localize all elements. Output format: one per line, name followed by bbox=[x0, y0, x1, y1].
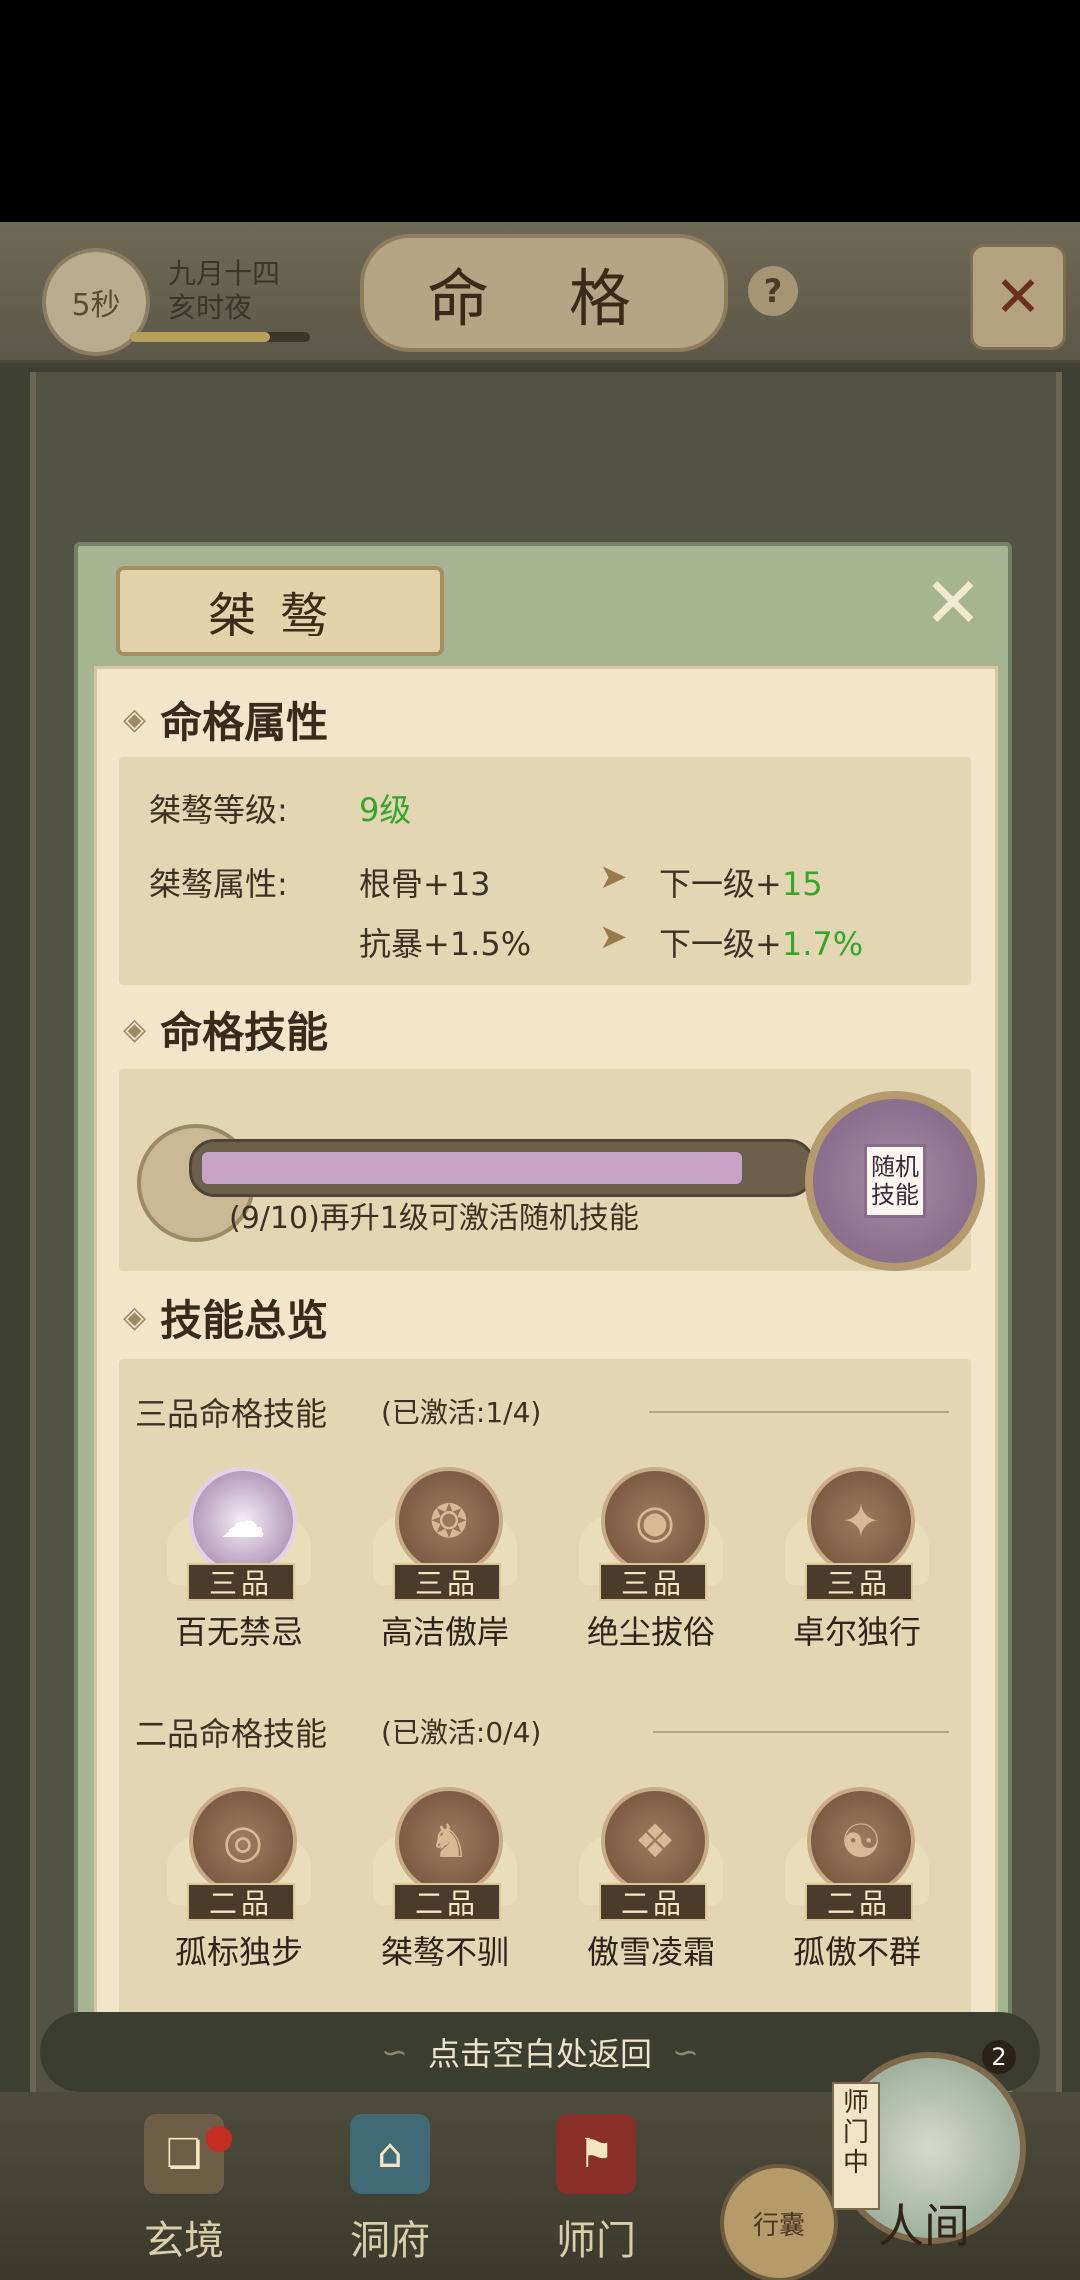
random-skill-orb[interactable]: 随机技能 bbox=[805, 1091, 985, 1271]
sect-status-tag: 师门中 bbox=[832, 2082, 880, 2210]
divider bbox=[649, 1411, 949, 1413]
diamond-icon: ◈ bbox=[123, 1299, 147, 1335]
grade-tag: 二品 bbox=[599, 1883, 707, 1921]
skill-card[interactable]: ❂ 三品 高洁傲岸 bbox=[355, 1467, 535, 1677]
skill-name: 高洁傲岸 bbox=[380, 1613, 509, 1651]
calendar-time: 亥时夜 bbox=[168, 291, 253, 324]
attr-current: 抗暴+1.5% bbox=[359, 925, 532, 963]
skill-name: 孤标独步 bbox=[174, 1933, 303, 1971]
bag-button[interactable]: 行囊 bbox=[720, 2164, 838, 2280]
skill-progress-bar bbox=[189, 1139, 815, 1197]
divider bbox=[653, 1731, 949, 1733]
eye-icon: ◉ bbox=[601, 1467, 709, 1575]
grade-tag: 三品 bbox=[187, 1563, 295, 1601]
scroll-ornament-icon: ∽ bbox=[672, 2033, 699, 2071]
grade3-title: 三品命格技能 bbox=[135, 1395, 328, 1433]
grade-tag: 二品 bbox=[187, 1883, 295, 1921]
notification-dot bbox=[206, 2126, 232, 2152]
scroll-icon: ❏ bbox=[144, 2114, 224, 2194]
notification-badge: 2 bbox=[982, 2040, 1016, 2074]
wolf-icon: ✦ bbox=[807, 1467, 915, 1575]
grade3-status: (已激活:1/4) bbox=[381, 1396, 542, 1429]
skill-name: 卓尔独行 bbox=[792, 1613, 921, 1651]
diamond-icon: ◈ bbox=[123, 701, 147, 737]
grade-tag: 三品 bbox=[393, 1563, 501, 1601]
help-button[interactable]: ? bbox=[748, 266, 798, 316]
nav-label: 玄境 bbox=[144, 2218, 224, 2264]
skill-card[interactable]: ✦ 三品 卓尔独行 bbox=[767, 1467, 947, 1677]
section-attributes: ◈ 命格属性 bbox=[123, 691, 328, 747]
figure-icon: ☯ bbox=[807, 1787, 915, 1895]
grade2-status: (已激活:0/4) bbox=[381, 1716, 542, 1749]
eye-icon: ◎ bbox=[189, 1787, 297, 1895]
nav-label: 师门 bbox=[556, 2218, 636, 2264]
nav-item-xuanjing[interactable]: ❏ 玄境 bbox=[114, 2114, 254, 2264]
close-icon[interactable]: ✕ bbox=[918, 568, 988, 638]
nav-item-shimen[interactable]: ⚑ 师门 bbox=[526, 2114, 666, 2264]
scroll-ornament-icon: ∽ bbox=[381, 2033, 408, 2071]
attr-next: 下一级+1.7% bbox=[659, 925, 864, 963]
skill-card[interactable]: ◎ 二品 孤标独步 bbox=[149, 1787, 329, 1997]
random-skill-label: 随机技能 bbox=[864, 1144, 926, 1218]
swirl-icon: ❂ bbox=[395, 1467, 503, 1575]
skill-name: 桀骜不驯 bbox=[380, 1933, 509, 1971]
lantern-close-button[interactable]: ✕ bbox=[970, 244, 1066, 350]
skill-progress-fill bbox=[202, 1152, 742, 1184]
page-title: 命 格 bbox=[360, 234, 728, 352]
section-overview: ◈ 技能总览 bbox=[123, 1289, 328, 1345]
pavilion-icon: ⌂ bbox=[350, 2114, 430, 2194]
section-skill: ◈ 命格技能 bbox=[123, 1001, 328, 1057]
skill-card[interactable]: ♞ 二品 桀骜不驯 bbox=[355, 1787, 535, 1997]
section-title: 命格技能 bbox=[160, 1007, 329, 1057]
grade-tag: 三品 bbox=[805, 1563, 913, 1601]
skill-card[interactable]: ☁ 三品 百无禁忌 bbox=[149, 1467, 329, 1677]
attributes-box: 桀骜等级: 9级 桀骜属性: 根骨+13 ➤ 下一级+15 抗暴+1.5% ➤ … bbox=[119, 757, 971, 985]
level-value: 9级 bbox=[359, 791, 412, 829]
top-bar: 5秒 九月十四 亥时夜 命 格 ? ✕ bbox=[0, 222, 1080, 363]
grade-tag: 二品 bbox=[393, 1883, 501, 1921]
skill-card[interactable]: ☯ 二品 孤傲不群 bbox=[767, 1787, 947, 1997]
attr-current: 根骨+13 bbox=[359, 865, 491, 903]
trait-dialog: 桀骜 ✕ ◈ 命格属性 桀骜等级: 9级 桀骜属性: 根骨+13 ➤ 下一级+1… bbox=[74, 542, 1012, 2210]
nav-label: 洞府 bbox=[350, 2218, 430, 2264]
skill-name: 百无禁忌 bbox=[174, 1613, 303, 1651]
bear-icon: ❖ bbox=[601, 1787, 709, 1895]
skill-progress-box: (9/10)再升1级可激活随机技能 随机技能 bbox=[119, 1069, 985, 1271]
progress-text: (9/10)再升1级可激活随机技能 bbox=[229, 1201, 639, 1236]
time-progress-fill bbox=[130, 332, 270, 342]
grade-tag: 二品 bbox=[805, 1883, 913, 1921]
dialog-title: 桀骜 bbox=[116, 566, 444, 656]
dialog-content: ◈ 命格属性 桀骜等级: 9级 桀骜属性: 根骨+13 ➤ 下一级+15 抗暴+… bbox=[94, 666, 998, 2172]
skill-name: 孤傲不群 bbox=[792, 1933, 921, 1971]
skill-name: 傲雪凌霜 bbox=[586, 1933, 715, 1971]
return-hint: 点击空白处返回 bbox=[427, 2035, 652, 2073]
section-title: 命格属性 bbox=[160, 697, 329, 747]
horse-icon: ♞ bbox=[395, 1787, 503, 1895]
section-title: 技能总览 bbox=[160, 1295, 329, 1345]
world-label: 人间 bbox=[878, 2199, 970, 2253]
level-label: 桀骜等级: bbox=[149, 791, 288, 829]
grade2-title: 二品命格技能 bbox=[135, 1715, 328, 1753]
grade-tag: 三品 bbox=[599, 1563, 707, 1601]
nav-item-dongfu[interactable]: ⌂ 洞府 bbox=[320, 2114, 460, 2264]
arrow-right-icon: ➤ bbox=[599, 917, 628, 957]
diamond-icon: ◈ bbox=[123, 1011, 147, 1047]
skill-card[interactable]: ◉ 三品 绝尘拔俗 bbox=[561, 1467, 741, 1677]
banner-icon: ⚑ bbox=[556, 2114, 636, 2194]
skill-name: 绝尘拔俗 bbox=[586, 1613, 715, 1651]
flame-icon: ☁ bbox=[189, 1467, 297, 1575]
game-screen: 5秒 九月十四 亥时夜 命 格 ? ✕ 桀骜 ✕ ◈ 命格属性 桀骜等级: 9级… bbox=[0, 222, 1080, 2280]
arrow-right-icon: ➤ bbox=[599, 857, 628, 897]
time-progress-bar bbox=[130, 332, 310, 342]
attr-next: 下一级+15 bbox=[659, 865, 823, 903]
attr-label: 桀骜属性: bbox=[149, 865, 288, 903]
skill-card[interactable]: ❖ 二品 傲雪凌霜 bbox=[561, 1787, 741, 1997]
